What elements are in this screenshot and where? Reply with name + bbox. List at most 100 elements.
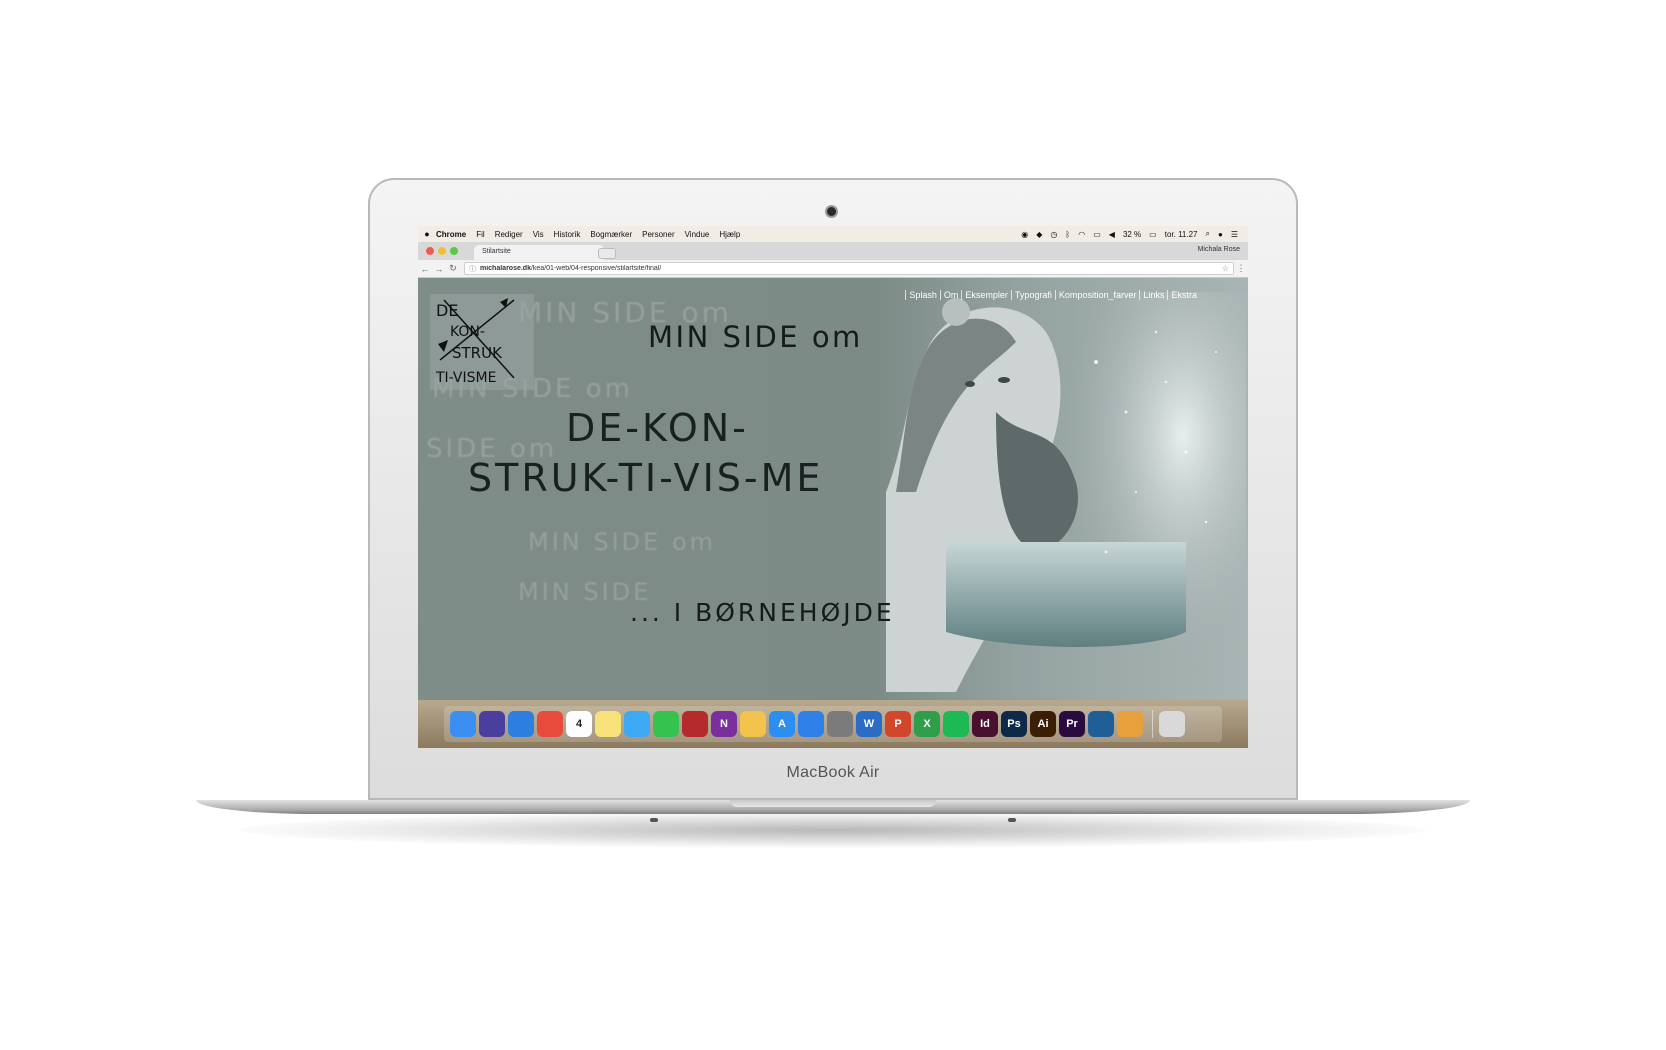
menu-item-historik[interactable]: Historik — [554, 230, 581, 239]
menu-item-bogmaerker[interactable]: Bogmærker — [590, 230, 632, 239]
dock-photos-icon[interactable] — [740, 711, 766, 737]
dock-brackets-icon[interactable] — [1088, 711, 1114, 737]
battery-icon[interactable]: ▭ — [1149, 230, 1157, 239]
url-text: michalarose.dk/kea/01-web/04-responsive/… — [480, 265, 1222, 272]
dock-siri-icon[interactable] — [479, 711, 505, 737]
time-machine-icon[interactable]: ◷ — [1050, 230, 1057, 239]
browser-tab[interactable]: Stilartsite — [474, 245, 604, 260]
dock-system-preferences-icon[interactable] — [827, 711, 853, 737]
zoom-window-icon[interactable] — [450, 247, 458, 255]
laptop-foot — [1008, 818, 1016, 822]
dock-premiere-icon[interactable]: Pr — [1059, 711, 1085, 737]
volume-icon[interactable]: ◀ — [1109, 230, 1115, 239]
close-window-icon[interactable] — [426, 247, 434, 255]
bookmark-star-icon[interactable]: ☆ — [1222, 264, 1229, 273]
nav-link-eksempler[interactable]: Eksempler — [961, 290, 1011, 300]
base-notch — [730, 800, 936, 807]
address-bar[interactable]: ⓘ michalarose.dk/kea/01-web/04-responsiv… — [464, 262, 1234, 275]
site-logo[interactable]: DE KON- STRUK TI-VISME — [430, 294, 534, 390]
wifi-icon[interactable]: ◠ — [1078, 230, 1085, 239]
dock-photoshop-icon[interactable]: Ps — [1001, 711, 1027, 737]
heading-i-bornehojde: ... I BØRNEHØJDE — [630, 598, 895, 627]
logo-text: KON- — [450, 324, 485, 340]
airplay-icon[interactable]: ▭ — [1093, 230, 1101, 239]
info-icon[interactable]: ⓘ — [469, 264, 476, 274]
spotlight-search-icon[interactable]: ⌕ — [1206, 229, 1210, 239]
clock[interactable]: tor. 11.27 — [1165, 230, 1198, 239]
dock-chrome-canary-icon[interactable] — [1117, 711, 1143, 737]
dock-finder-icon[interactable] — [450, 711, 476, 737]
menu-item-vindue[interactable]: Vindue — [685, 230, 710, 239]
forward-arrow-icon[interactable]: → — [432, 264, 446, 274]
apple-menu-icon[interactable]: ● — [418, 229, 436, 239]
dock-shelf: 4 N A W P X Id Ps Ai Pr — [444, 706, 1222, 742]
menu-item-personer[interactable]: Personer — [642, 230, 674, 239]
camera-icon — [827, 207, 836, 216]
dock-dropbox-icon[interactable] — [798, 711, 824, 737]
new-tab-button[interactable] — [598, 248, 616, 259]
bluetooth-icon[interactable]: ᛒ — [1065, 230, 1070, 239]
ghost-text: MIN SIDE om — [528, 528, 717, 556]
menu-app-name[interactable]: Chrome — [436, 230, 466, 239]
menu-item-hjaelp[interactable]: Hjælp — [719, 230, 740, 239]
logo-text: DE — [436, 301, 458, 320]
battery-percent[interactable]: 32 % — [1123, 230, 1141, 239]
logo-text: TI-VISME — [435, 370, 496, 386]
browser-tab-bar: Stilartsite Michala Rose — [418, 242, 1248, 260]
dock-notes-icon[interactable] — [595, 711, 621, 737]
notification-center-icon[interactable]: ☰ — [1231, 230, 1238, 239]
dock-photo-booth-icon[interactable] — [682, 711, 708, 737]
dock-messages-icon[interactable] — [624, 711, 650, 737]
tab-title: Stilartsite — [482, 248, 511, 255]
back-arrow-icon[interactable]: ← — [418, 264, 432, 274]
url-host: michalarose.dk — [480, 265, 531, 272]
siri-icon[interactable]: ● — [1218, 230, 1223, 239]
url-path: /kea/01-web/04-responsive/stilartsite/fi… — [530, 265, 662, 272]
dock-illustrator-icon[interactable]: Ai — [1030, 711, 1056, 737]
dock: 4 N A W P X Id Ps Ai Pr — [418, 700, 1248, 748]
heading-dekon: DE-KON- — [566, 406, 749, 450]
web-page: MIN SIDE om MIN SIDE om SIDE om MIN SIDE… — [418, 278, 1248, 700]
laptop-base — [196, 800, 1470, 814]
dock-excel-icon[interactable]: X — [914, 711, 940, 737]
dock-safari-icon[interactable] — [508, 711, 534, 737]
creative-cloud-icon[interactable]: ◉ — [1021, 230, 1028, 239]
menu-bar: ● Chrome Fil Rediger Vis Historik Bogmær… — [418, 226, 1248, 242]
nav-link-komposition-farver[interactable]: Komposition_farver — [1054, 290, 1140, 300]
dock-app-store-icon[interactable]: A — [769, 711, 795, 737]
dock-trash-icon[interactable] — [1159, 711, 1185, 737]
browser-toolbar: ← → ↻ ⓘ michalarose.dk/kea/01-web/04-res… — [418, 260, 1248, 278]
profile-name[interactable]: Michala Rose — [1198, 246, 1240, 253]
dock-chrome-icon[interactable] — [537, 711, 563, 737]
menu-item-vis[interactable]: Vis — [533, 230, 544, 239]
logo-text: STRUK — [452, 344, 503, 362]
menu-item-rediger[interactable]: Rediger — [495, 230, 523, 239]
status-area: ◉ ◆ ◷ ᛒ ◠ ▭ ◀ 32 % ▭ tor. 11.27 ⌕ ● ☰ — [1013, 229, 1248, 239]
dock-facetime-icon[interactable] — [653, 711, 679, 737]
laptop-foot — [650, 818, 658, 822]
heading-struktivisme: STRUK-TI-VIS-ME — [468, 456, 824, 500]
heading-min-side-om: MIN SIDE om — [648, 320, 863, 354]
nav-link-om[interactable]: Om — [939, 290, 962, 300]
site-nav: Splash Om Eksempler Typografi Kompositio… — [905, 290, 1200, 300]
menu-item-fil[interactable]: Fil — [476, 230, 484, 239]
minimize-window-icon[interactable] — [438, 247, 446, 255]
dock-powerpoint-icon[interactable]: P — [885, 711, 911, 737]
dock-word-icon[interactable]: W — [856, 711, 882, 737]
dock-separator — [1152, 710, 1153, 738]
chrome-menu-icon[interactable]: ⋮ — [1234, 263, 1248, 274]
nav-link-links[interactable]: Links — [1139, 290, 1167, 300]
laptop-shadow — [240, 812, 1426, 848]
nav-link-splash[interactable]: Splash — [905, 290, 940, 300]
portrait-image — [886, 292, 1246, 700]
reload-icon[interactable]: ↻ — [446, 263, 460, 274]
dock-calendar-icon[interactable]: 4 — [566, 711, 592, 737]
dock-onenote-icon[interactable]: N — [711, 711, 737, 737]
screen: ● Chrome Fil Rediger Vis Historik Bogmær… — [418, 226, 1248, 748]
nav-link-ekstra[interactable]: Ekstra — [1167, 290, 1200, 300]
device-label: MacBook Air — [786, 764, 880, 781]
dock-indesign-icon[interactable]: Id — [972, 711, 998, 737]
dropbox-icon[interactable]: ◆ — [1036, 230, 1042, 239]
dock-spotify-icon[interactable] — [943, 711, 969, 737]
nav-link-typografi[interactable]: Typografi — [1010, 290, 1055, 300]
